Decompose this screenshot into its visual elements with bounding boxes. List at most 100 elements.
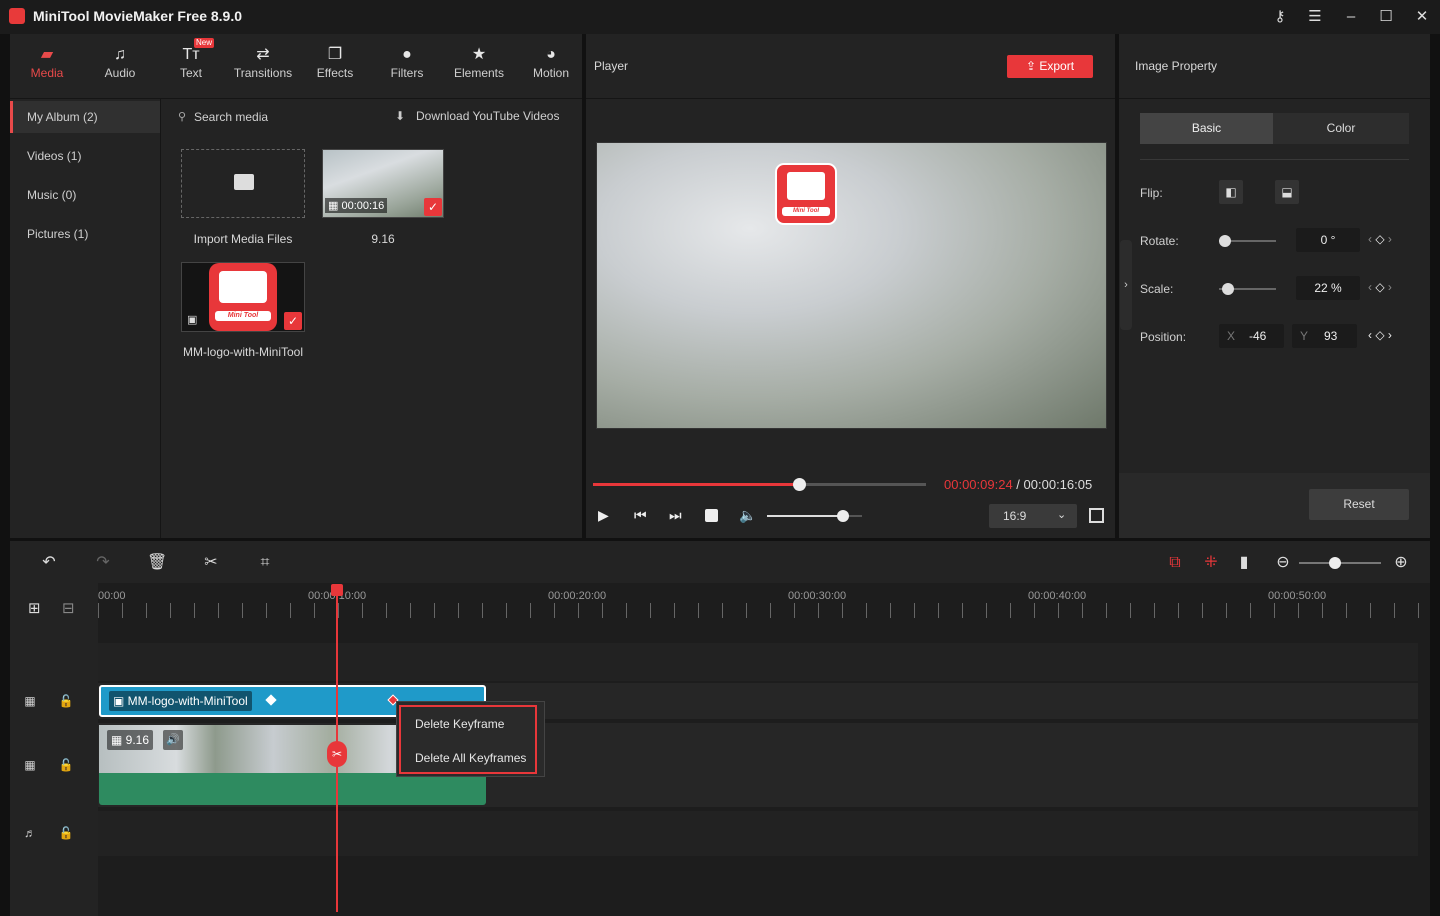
position-x-input[interactable]: X -46 (1219, 324, 1284, 348)
tab-filters[interactable]: ● Filters (372, 44, 442, 92)
lock-icon[interactable]: 🔓 (57, 756, 75, 774)
key-icon[interactable]: ⚷ (1269, 6, 1291, 28)
rotate-input[interactable]: 0 ° (1296, 228, 1360, 252)
flip-vertical-icon[interactable]: ⬓ (1275, 180, 1299, 204)
playback-progress-track[interactable] (593, 478, 926, 491)
video-preview[interactable]: Mini Tool (596, 142, 1107, 429)
stop-icon[interactable] (705, 509, 718, 522)
time-display: 00:00:09:24 / 00:00:16:05 (944, 477, 1093, 492)
volume-handle[interactable] (837, 510, 849, 522)
keyframe-nav-icon[interactable]: ‹ ◇ › (1368, 328, 1392, 342)
clip-volume-icon[interactable]: 🔊 (163, 730, 183, 750)
app-logo-icon (9, 8, 25, 24)
download-youtube-link[interactable]: Download YouTube Videos (416, 109, 559, 123)
ruler-label: 00:00:30:00 (788, 590, 847, 602)
keyframe-nav-icon[interactable]: ‹ ◇ › (1368, 232, 1392, 246)
lock-icon[interactable]: 🔓 (57, 824, 75, 842)
download-icon: ⬇ (395, 109, 406, 123)
image-name: MM-logo-with-MiniTool (182, 345, 304, 359)
lock-icon[interactable]: 🔓 (57, 692, 75, 710)
tab-text[interactable]: Tт Text (156, 44, 226, 92)
duration-badge: ▦ 00:00:16 (325, 198, 388, 213)
tab-motion[interactable]: ◕ Motion (516, 44, 586, 92)
split-scissors-icon[interactable]: ✂ (201, 553, 221, 573)
flip-label: Flip: (1140, 186, 1163, 200)
fullscreen-icon[interactable] (1089, 508, 1104, 523)
split-track-icon[interactable]: ⁜ (1201, 553, 1221, 573)
volume-icon[interactable]: 🔈 (739, 507, 756, 524)
checkmark-icon: ✓ (424, 198, 442, 216)
tab-color[interactable]: Color (1273, 113, 1409, 144)
rotate-slider-handle[interactable] (1219, 235, 1231, 247)
transitions-icon: ⇄ (256, 46, 270, 63)
flip-horizontal-icon[interactable]: ◧ (1219, 180, 1243, 204)
menu-icon[interactable]: ☰ (1304, 6, 1326, 28)
tab-effects[interactable]: ❐ Effects (300, 44, 370, 92)
minimize-icon[interactable]: – (1340, 6, 1362, 28)
divider (1119, 98, 1430, 99)
add-track-icon[interactable]: ⊞ (28, 599, 46, 617)
total-time: 00:00:16:05 (1023, 477, 1093, 492)
music-track-icon: ♬ (24, 826, 36, 840)
menu-item-delete-keyframe[interactable]: Delete Keyframe (415, 717, 504, 731)
tab-basic[interactable]: Basic (1140, 113, 1273, 144)
keyframe-nav-icon[interactable]: ‹ ◇ › (1368, 280, 1392, 294)
volume-slider[interactable] (767, 510, 862, 522)
maximize-icon[interactable]: ☐ (1375, 6, 1397, 28)
image-thumbnail[interactable]: Mini Tool ▣ ✓ (181, 262, 305, 332)
sidebar-item-music[interactable]: Music (0) (10, 179, 160, 211)
scale-slider-handle[interactable] (1222, 283, 1234, 295)
zoom-out-icon[interactable]: ⊖ (1273, 553, 1293, 573)
rotate-label: Rotate: (1140, 234, 1179, 248)
aspect-ratio-select[interactable]: 16:9 ⌄ (989, 504, 1077, 528)
ruler-label: 00:00:40:00 (1028, 590, 1087, 602)
export-button[interactable]: ⇪ Export (1007, 55, 1093, 78)
tab-media[interactable]: ▰ Media (12, 44, 82, 92)
delete-icon[interactable]: 🗑 (147, 553, 167, 573)
scale-input[interactable]: 22 % (1296, 276, 1360, 300)
fit-timeline-icon[interactable]: ▮ (1234, 553, 1254, 573)
next-frame-icon[interactable]: ⏭ (669, 507, 682, 524)
menu-item-delete-all-keyframes[interactable]: Delete All Keyframes (415, 751, 526, 765)
position-y-input[interactable]: Y 93 (1292, 324, 1357, 348)
zoom-slider-handle[interactable] (1329, 557, 1341, 569)
keyframe-marker[interactable] (265, 694, 277, 706)
filters-icon: ● (402, 46, 412, 63)
media-folder-icon: ▰ (40, 46, 54, 63)
scale-label: Scale: (1140, 282, 1174, 296)
previous-frame-icon[interactable]: ⏮ (634, 507, 647, 524)
text-icon: Tт (182, 46, 200, 63)
folder-icon (234, 174, 254, 190)
logo-overlay[interactable]: Mini Tool (775, 163, 837, 225)
zoom-in-icon[interactable]: ⊕ (1391, 553, 1411, 573)
divider (586, 98, 1115, 99)
play-icon[interactable]: ▶ (598, 507, 609, 524)
track-row (98, 643, 1418, 681)
collapse-panel-icon[interactable]: › (1120, 240, 1132, 330)
chevron-down-icon: ⌄ (1057, 509, 1067, 521)
playhead-handle[interactable] (331, 584, 343, 596)
tab-elements[interactable]: ★ Elements (444, 44, 514, 92)
ruler-label: 00:00 (98, 590, 126, 602)
redo-icon[interactable]: ↷ (93, 553, 113, 573)
sidebar-item-videos[interactable]: Videos (1) (10, 140, 160, 172)
search-input[interactable]: Search media (194, 110, 268, 124)
video-thumbnail[interactable]: ▦ 00:00:16 ✓ (322, 149, 444, 218)
sidebar-item-pictures[interactable]: Pictures (1) (10, 218, 160, 250)
reset-button[interactable]: Reset (1309, 489, 1409, 520)
import-media-label: Import Media Files (193, 232, 293, 246)
undo-icon[interactable]: ↶ (39, 553, 59, 573)
image-icon: ▣ (113, 694, 128, 708)
tab-audio[interactable]: ♫ Audio (85, 44, 155, 92)
sidebar-item-my-album[interactable]: My Album (2) (10, 101, 160, 133)
crop-icon[interactable]: ⌗ (255, 553, 275, 573)
remove-track-icon[interactable]: ⊟ (62, 599, 80, 617)
music-note-icon: ♫ (114, 46, 126, 63)
split-scissors-icon[interactable]: ✂ (327, 741, 347, 767)
tab-transitions[interactable]: ⇄ Transitions (228, 44, 298, 92)
close-icon[interactable]: ✕ (1411, 6, 1433, 28)
position-label: Position: (1140, 330, 1187, 344)
import-media-tile[interactable] (181, 149, 305, 218)
snap-icon[interactable]: ⧉ (1165, 553, 1185, 573)
property-title: Image Property (1135, 59, 1218, 73)
